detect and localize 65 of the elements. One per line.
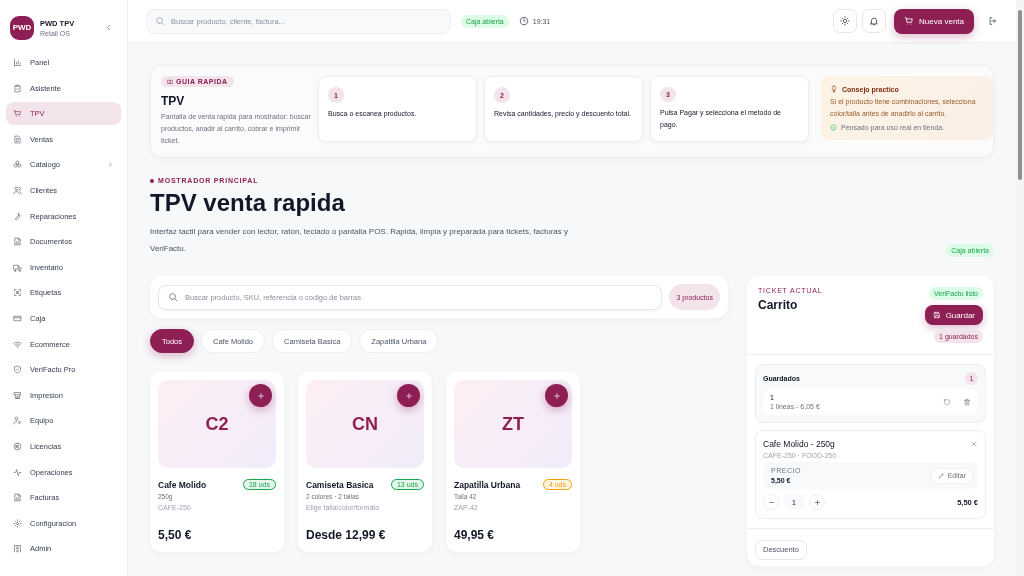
activity-icon [13, 467, 22, 477]
product-initials: ZT [502, 413, 524, 435]
wrench-icon [13, 211, 22, 221]
boxes-icon [13, 160, 22, 170]
product-price: 49,95 € [454, 528, 496, 542]
bar-chart-icon [13, 58, 22, 67]
add-button[interactable] [397, 384, 420, 407]
product-name: Cafe Molido [158, 479, 207, 490]
guide-title: TPV [161, 94, 185, 108]
file-icon [13, 237, 22, 247]
plus-icon [404, 391, 413, 400]
plus-icon [552, 391, 561, 400]
cart-title: Carrito [758, 298, 799, 312]
clipboard-icon [13, 83, 22, 93]
product-price: Desde 12,99 € [306, 528, 387, 542]
truck-icon [13, 262, 22, 272]
bell-icon [869, 16, 880, 26]
page-title: TPV venta rapida [150, 189, 346, 217]
product-name: Camiseta Basica [306, 479, 374, 490]
search-icon [168, 292, 178, 302]
close-icon[interactable] [970, 440, 978, 448]
lightbulb-icon [830, 85, 838, 93]
product-price: 5,50 € [158, 528, 193, 542]
trash-icon[interactable] [963, 398, 971, 406]
cart-icon [904, 16, 915, 26]
store-icon [13, 390, 22, 400]
credit-card-icon [13, 313, 22, 323]
logout-icon[interactable] [988, 16, 998, 26]
product-name: Zapatilla Urbana [454, 479, 521, 490]
save-button[interactable]: Guardar [924, 305, 983, 325]
line-name: Cafe Molido - 250g [763, 439, 835, 449]
building-icon [13, 544, 22, 554]
scrollbar[interactable] [1016, 0, 1024, 576]
dot-icon [150, 178, 154, 183]
notifications-button[interactable] [862, 9, 887, 33]
plus-icon [256, 391, 265, 400]
user-icon [13, 416, 22, 426]
scan-icon [13, 288, 22, 298]
theme-button[interactable] [833, 9, 858, 33]
plus-icon [813, 498, 821, 506]
cart-icon [13, 109, 22, 119]
collapse-icon[interactable] [104, 23, 113, 32]
file-icon [13, 493, 22, 503]
pencil-icon [937, 472, 945, 479]
add-button[interactable] [249, 384, 272, 407]
restore-icon[interactable] [943, 398, 951, 406]
page-description: Interfaz tactil para vender con lector, raton, teclado o pantalla POS. Rapida, limpia y preparada para tickets, facturas y VeriFactu. [150, 226, 569, 255]
product-initials: C2 [205, 413, 229, 435]
users-icon [13, 185, 22, 195]
sun-icon [840, 16, 851, 26]
chevron-right-icon [107, 161, 114, 169]
new-sale-button[interactable]: Nueva venta [894, 8, 974, 34]
brand-logo: PWD [10, 15, 34, 40]
shield-icon [13, 365, 22, 375]
gear-icon [13, 518, 22, 528]
add-button[interactable] [545, 384, 568, 407]
increase-button[interactable] [809, 494, 825, 510]
wifi-icon [13, 339, 22, 349]
document-icon [13, 134, 22, 144]
product-initials: CN [352, 413, 378, 435]
book-icon [167, 78, 173, 85]
euro-icon [13, 441, 22, 451]
save-icon [932, 311, 941, 319]
clock-icon [518, 16, 529, 26]
search-icon [155, 16, 165, 26]
